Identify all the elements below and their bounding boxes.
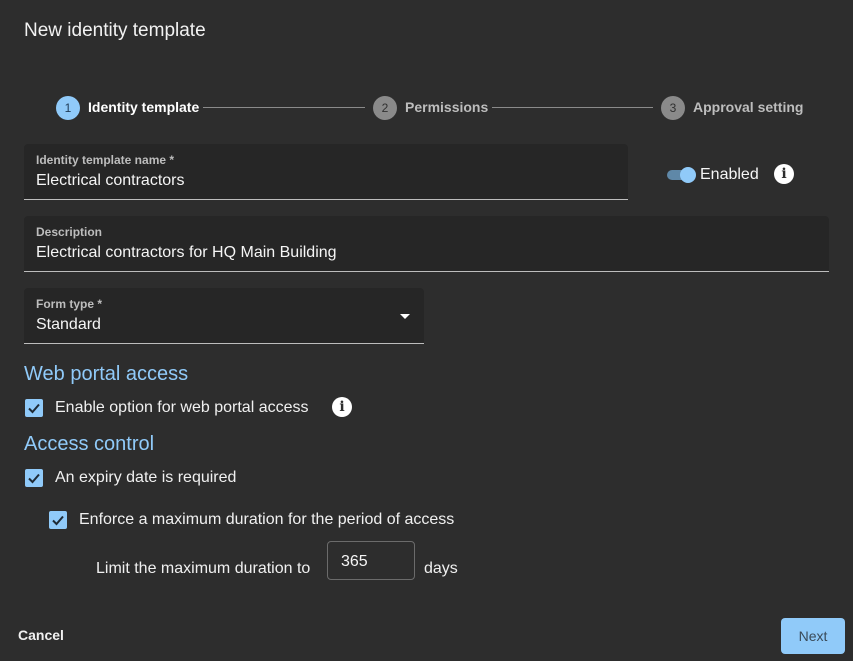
form-type-label: Form type * [36, 297, 103, 311]
identity-template-name-label: Identity template name * [36, 153, 175, 167]
web-portal-label: Enable option for web portal access [55, 399, 309, 416]
step-connector [492, 107, 653, 108]
expiry-required-checkbox[interactable] [25, 469, 43, 487]
dialog-title: New identity template [24, 20, 206, 41]
web-portal-heading: Web portal access [24, 363, 189, 385]
access-control-heading: Access control [24, 433, 155, 455]
step-3-indicator[interactable]: 3 [661, 96, 685, 120]
enforce-max-checkbox[interactable] [49, 511, 67, 529]
cancel-button[interactable]: Cancel [18, 627, 64, 643]
expiry-required-label: An expiry date is required [55, 469, 237, 486]
max-duration-value[interactable]: 365 [341, 553, 368, 571]
check-icon [28, 473, 40, 484]
description-label: Description [36, 225, 103, 239]
step-2-indicator[interactable]: 2 [373, 96, 397, 120]
step-1-indicator[interactable]: 1 [56, 96, 80, 120]
check-icon [52, 515, 64, 526]
form-type-select[interactable]: Form type * Standard [24, 288, 424, 344]
step-3-label[interactable]: Approval setting [693, 99, 803, 115]
check-icon [28, 403, 40, 414]
info-icon[interactable]: i [774, 164, 794, 184]
max-duration-input[interactable]: 365 [327, 541, 415, 580]
info-icon[interactable]: i [332, 397, 352, 417]
step-1-label[interactable]: Identity template [88, 99, 199, 115]
identity-template-name-field[interactable]: Identity template name * Electrical cont… [24, 144, 628, 200]
toggle-thumb [680, 167, 696, 183]
next-button[interactable]: Next [781, 618, 845, 654]
enforce-max-label: Enforce a maximum duration for the perio… [79, 511, 455, 528]
step-connector [203, 107, 365, 108]
description-value[interactable]: Electrical contractors for HQ Main Build… [36, 244, 337, 262]
web-portal-checkbox[interactable] [25, 399, 43, 417]
chevron-down-icon[interactable] [400, 314, 410, 319]
description-field[interactable]: Description Electrical contractors for H… [24, 216, 829, 272]
limit-prefix: Limit the maximum duration to [96, 560, 311, 577]
form-type-value: Standard [36, 316, 101, 333]
identity-template-name-value[interactable]: Electrical contractors [36, 172, 185, 190]
enabled-toggle[interactable] [667, 165, 697, 185]
limit-suffix: days [424, 560, 458, 577]
enabled-label: Enabled [700, 166, 759, 183]
step-2-label[interactable]: Permissions [405, 99, 488, 115]
